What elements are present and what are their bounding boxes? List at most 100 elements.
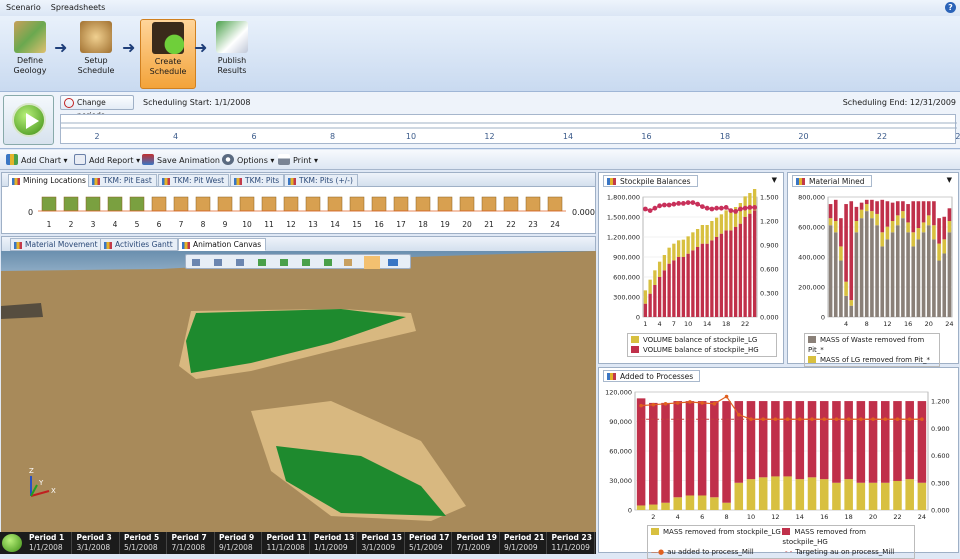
period-cell[interactable]: Period 17 5/1/2009 bbox=[406, 532, 452, 554]
settings-dropdown-icon[interactable] bbox=[388, 259, 398, 266]
mining-location-block[interactable] bbox=[107, 196, 123, 212]
x-tick-label: 18 bbox=[845, 513, 853, 521]
tab-tkm-pits[interactable]: TKM: Pits bbox=[230, 174, 285, 187]
play-button[interactable] bbox=[3, 95, 54, 145]
define-geology-button[interactable]: Define Geology bbox=[2, 19, 58, 89]
surface-icon[interactable] bbox=[344, 259, 352, 266]
save-animation-button[interactable]: Save Animation bbox=[142, 154, 220, 165]
timeline-ruler[interactable]: 24681012141618202224 bbox=[60, 114, 960, 144]
publish-results-button[interactable]: Publish Results bbox=[204, 19, 260, 89]
zoom-extents-icon[interactable] bbox=[192, 259, 200, 266]
bar bbox=[719, 214, 724, 234]
mining-location-block[interactable] bbox=[459, 196, 475, 212]
view-side-icon[interactable] bbox=[302, 259, 310, 266]
mining-location-block[interactable] bbox=[41, 196, 57, 212]
period-cell[interactable]: Period 9 9/1/2008 bbox=[216, 532, 262, 554]
add-chart-button[interactable]: Add Chart ▾ bbox=[6, 154, 68, 165]
mining-location-block[interactable] bbox=[481, 196, 497, 212]
tab-material-movement[interactable]: Material Movement bbox=[10, 238, 103, 251]
play-small-icon[interactable] bbox=[2, 534, 22, 552]
period-date: 3/1/2008 bbox=[76, 543, 111, 552]
period-cell[interactable]: Period 11 11/1/2008 bbox=[264, 532, 310, 554]
tab-tkm-pits-plus-minus[interactable]: TKM: Pits (+/-) bbox=[284, 174, 358, 187]
mining-location-block[interactable] bbox=[261, 196, 277, 212]
x-tick-label: 14 bbox=[796, 513, 804, 521]
pan-icon[interactable] bbox=[236, 259, 244, 266]
period-name: Period 9 bbox=[219, 533, 255, 542]
line-point bbox=[737, 206, 743, 212]
create-schedule-button[interactable]: Create Schedule bbox=[140, 19, 196, 89]
period-cell[interactable]: Period 19 7/1/2009 bbox=[454, 532, 500, 554]
mining-location-block[interactable] bbox=[349, 196, 365, 212]
bar bbox=[752, 210, 757, 317]
rotate-icon[interactable] bbox=[214, 259, 222, 266]
mining-location-block[interactable] bbox=[129, 196, 145, 212]
tab-activities-gantt[interactable]: Activities Gantt bbox=[100, 238, 178, 251]
bar bbox=[724, 210, 728, 231]
period-cell[interactable]: Period 15 3/1/2009 bbox=[359, 532, 405, 554]
setup-schedule-button[interactable]: Setup Schedule bbox=[68, 19, 124, 89]
bar bbox=[942, 216, 947, 240]
period-cell[interactable]: Period 13 1/1/2009 bbox=[311, 532, 357, 554]
legend-line-icon: —● bbox=[651, 548, 665, 556]
mining-location-block[interactable] bbox=[525, 196, 541, 212]
mining-location-block[interactable] bbox=[415, 196, 431, 212]
mining-location-block[interactable] bbox=[173, 196, 189, 212]
geology-icon bbox=[14, 21, 46, 53]
view-top-icon[interactable] bbox=[258, 259, 266, 266]
view-front-icon[interactable] bbox=[280, 259, 288, 266]
timeline-tick: 16 bbox=[641, 132, 652, 141]
mining-location-block[interactable] bbox=[217, 196, 233, 212]
x-tick-label: 12 bbox=[771, 513, 779, 521]
mining-y-left: 0 bbox=[28, 208, 34, 217]
period-cell[interactable]: Period 1 1/1/2008 bbox=[26, 532, 72, 554]
options-button[interactable]: Options ▾ bbox=[222, 154, 274, 165]
mining-period-label: 3 bbox=[91, 220, 96, 229]
menu-spreadsheets[interactable]: Spreadsheets bbox=[45, 0, 110, 12]
animation-canvas[interactable]: Z XY bbox=[1, 251, 596, 533]
period-cell[interactable]: Period 7 7/1/2008 bbox=[169, 532, 215, 554]
tab-tkm-pit-east[interactable]: TKM: Pit East bbox=[88, 174, 157, 187]
mining-location-block[interactable] bbox=[327, 196, 343, 212]
bar bbox=[685, 495, 695, 510]
mill-point bbox=[761, 417, 765, 422]
tab-tkm-pit-west[interactable]: TKM: Pit West bbox=[158, 174, 230, 187]
tab-mining-locations[interactable]: Mining Locations bbox=[8, 174, 91, 187]
mining-location-block[interactable] bbox=[195, 196, 211, 212]
change-periods-button[interactable]: Change periods bbox=[60, 95, 134, 120]
mining-location-block[interactable] bbox=[437, 196, 453, 212]
period-cell[interactable]: Period 21 9/1/2009 bbox=[501, 532, 547, 554]
chevron-down-icon[interactable]: ▼ bbox=[947, 176, 952, 184]
period-date: 1/1/2008 bbox=[29, 543, 63, 552]
menu-scenario[interactable]: Scenario bbox=[0, 0, 45, 12]
print-button[interactable]: Print ▾ bbox=[278, 154, 318, 165]
mining-location-block[interactable] bbox=[503, 196, 519, 212]
mining-location-block[interactable] bbox=[63, 196, 79, 212]
mining-period-label: 22 bbox=[506, 220, 516, 229]
period-cell[interactable]: Period 23 11/1/2009 bbox=[549, 532, 595, 554]
period-cell[interactable]: Period 5 5/1/2008 bbox=[121, 532, 167, 554]
bar bbox=[932, 239, 936, 317]
view-iso-icon[interactable] bbox=[324, 259, 332, 266]
mining-location-block[interactable] bbox=[305, 196, 321, 212]
period-cell[interactable]: Period 3 3/1/2008 bbox=[74, 532, 120, 554]
solid-view-icon[interactable] bbox=[364, 256, 380, 269]
help-icon[interactable]: ? bbox=[945, 2, 956, 13]
bar bbox=[947, 221, 952, 233]
mining-location-block[interactable] bbox=[547, 196, 563, 212]
mining-period-label: 18 bbox=[418, 220, 428, 229]
x-tick-label: 18 bbox=[722, 320, 730, 328]
bar bbox=[911, 246, 916, 317]
mining-location-block[interactable] bbox=[239, 196, 255, 212]
mining-location-block[interactable] bbox=[85, 196, 101, 212]
mining-location-block[interactable] bbox=[283, 196, 299, 212]
chart-toolbar: Add Chart ▾ Add Report ▾ Save Animation … bbox=[0, 150, 960, 170]
mining-location-block[interactable] bbox=[371, 196, 387, 212]
chevron-down-icon[interactable]: ▼ bbox=[772, 176, 777, 184]
mining-location-block[interactable] bbox=[393, 196, 409, 212]
period-date: 9/1/2009 bbox=[504, 543, 538, 552]
bar bbox=[890, 221, 895, 233]
mining-location-block[interactable] bbox=[151, 196, 167, 212]
tab-animation-canvas[interactable]: Animation Canvas bbox=[178, 238, 267, 251]
add-report-button[interactable]: Add Report ▾ bbox=[74, 154, 140, 165]
